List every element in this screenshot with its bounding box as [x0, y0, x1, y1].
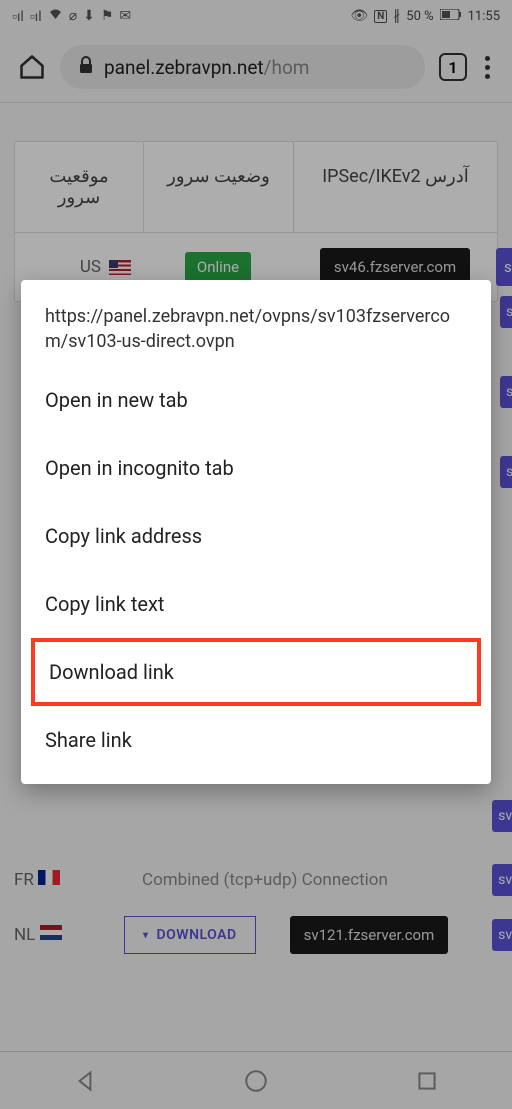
- menu-open-new-tab[interactable]: Open in new tab: [21, 366, 491, 434]
- menu-download-link[interactable]: Download link: [31, 638, 481, 706]
- menu-copy-link-address[interactable]: Copy link address: [21, 502, 491, 570]
- menu-copy-link-text[interactable]: Copy link text: [21, 570, 491, 638]
- context-menu: https://panel.zebravpn.net/ovpns/sv103fz…: [21, 280, 491, 784]
- context-menu-url: https://panel.zebravpn.net/ovpns/sv103fz…: [21, 280, 491, 366]
- menu-share-link[interactable]: Share link: [21, 706, 491, 774]
- menu-open-incognito[interactable]: Open in incognito tab: [21, 434, 491, 502]
